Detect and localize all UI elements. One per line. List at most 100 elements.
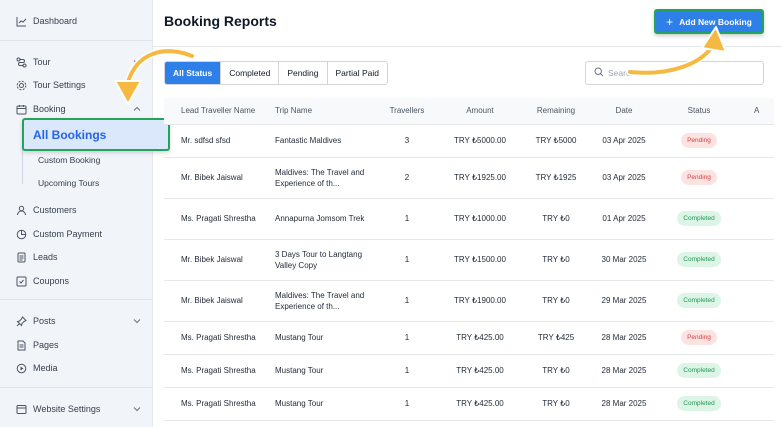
cell-amount: TRY ₺1000.00 [442,198,518,240]
table-row[interactable]: Ms. Pragati Shrestha Mustang Tour 1 TRY ₺42… [164,321,774,355]
filter-pending[interactable]: Pending [279,62,328,84]
filter-completed[interactable]: Completed [221,62,280,84]
cell-status: Pending [654,124,744,158]
cell-travellers: 1 [372,239,442,281]
pie-chart-icon [16,229,27,240]
cell-travellers: 1 [372,198,442,240]
cell-action [744,354,774,388]
sidebar-item-pages[interactable]: Pages [0,334,153,356]
cell-date: 28 Mar 2025 [594,387,654,421]
cell-date: 29 Mar 2025 [594,280,654,322]
cell-trip-name: Annapurna Jomsom Trek [267,198,372,240]
plus-icon: + [666,14,674,29]
table-row[interactable]: Ms. Pragati Shrestha Mustang Tour 1 TRY ₺42… [164,387,774,421]
header-divider [153,46,782,47]
cell-status: Completed [654,239,744,281]
column-header-date: Date [594,98,654,125]
cell-date: 03 Apr 2025 [594,124,654,158]
sidebar-item-custom-payment[interactable]: Custom Payment [0,223,153,245]
filter-partial-paid[interactable]: Partial Paid [327,62,387,84]
cell-lead-traveller: Mr. sdfsd sfsd [164,124,267,158]
sidebar-item-tour[interactable]: Tour [0,51,153,73]
sidebar-item-label: Customers [33,205,77,215]
status-badge: Completed [677,252,721,267]
sidebar-item-booking[interactable]: Booking [0,98,153,120]
sidebar: Dashboard Tour Tour Settings Booking Cus… [0,0,153,427]
sidebar-item-media[interactable]: Media [0,357,153,379]
sidebar-subitem-upcoming-tours[interactable]: Upcoming Tours [38,178,99,188]
cell-trip-name: Fantastic Maldives [267,124,372,158]
table-row[interactable]: Mr. Bibek Jaiswal Maldives: The Travel an… [164,280,774,322]
cell-remaining: TRY ₺0 [518,239,594,281]
sidebar-subitem-all-bookings[interactable]: All Bookings [22,118,170,151]
sidebar-item-label: Website Settings [33,404,101,414]
cell-action [744,280,774,322]
sidebar-item-label: Media [33,363,58,373]
cell-lead-traveller: Mr. Bibek Jaiswal [164,280,267,322]
settings-panel-icon [16,404,27,415]
add-new-booking-label: Add New Booking [679,16,752,27]
sidebar-item-label: Posts [33,316,56,326]
cell-lead-traveller: Mr. Bibek Jaiswal [164,157,267,199]
cell-trip-name: 3 Days Tour to Langtang Valley Copy [267,239,372,281]
chevron-down-icon [133,317,141,325]
cell-travellers: 1 [372,387,442,421]
sidebar-item-label: Custom Payment [33,229,103,239]
cell-trip-name: Maldives: The Travel and Experience of t… [267,280,372,322]
cell-amount: TRY ₺5000.00 [442,124,518,158]
table-row[interactable]: Ms. Pragati Shrestha Mustang Tour 1 TRY ₺42… [164,354,774,388]
add-new-booking-button[interactable]: + Add New Booking [654,9,764,34]
cell-remaining: TRY ₺0 [518,354,594,388]
sidebar-item-tour-settings[interactable]: Tour Settings [0,74,153,96]
column-header-travellers: Travellers [372,98,442,125]
sidebar-item-leads[interactable]: Leads [0,246,153,268]
sidebar-item-coupons[interactable]: Coupons [0,270,153,292]
column-header-remaining: Remaining [518,98,594,125]
status-badge: Completed [677,396,721,411]
table-row[interactable]: Mr. Bibek Jaiswal 3 Days Tour to Langtang… [164,239,774,281]
cell-trip-name: Mustang Tour [267,387,372,421]
chart-line-icon [16,16,27,27]
search-input[interactable] [608,68,758,78]
cell-remaining: TRY ₺425 [518,321,594,355]
cell-date: 28 Mar 2025 [594,321,654,355]
sidebar-item-label: Coupons [33,276,70,286]
status-badge: Pending [681,133,717,148]
cell-amount: TRY ₺425.00 [442,387,518,421]
status-filter-group: All Status Completed Pending Partial Pai… [164,61,388,85]
calendar-icon [16,104,27,115]
table-row[interactable]: Mr. Bibek Jaiswal Maldives: The Travel an… [164,157,774,199]
sidebar-divider [0,387,153,388]
table-row[interactable]: Ms. Pragati Shrestha Annapurna Jomsom Tre… [164,198,774,240]
sidebar-item-dashboard[interactable]: Dashboard [0,10,153,32]
cell-lead-traveller: Mr. Bibek Jaiswal [164,239,267,281]
filter-all-status[interactable]: All Status [165,62,222,84]
user-icon [16,205,27,216]
column-header-amount: Amount [442,98,518,125]
route-icon [16,57,27,68]
cell-status: Completed [654,354,744,388]
status-badge: Pending [681,170,717,185]
cell-trip-name: Mustang Tour [267,321,372,355]
sidebar-item-label: Dashboard [33,16,78,26]
sidebar-item-label: Booking [33,104,66,114]
cell-action [744,387,774,421]
sidebar-item-website-settings[interactable]: Website Settings [0,398,153,420]
chevron-down-icon [133,405,141,413]
cell-status: Pending [654,157,744,199]
sidebar-subitem-custom-booking[interactable]: Custom Booking [38,155,100,165]
status-badge: Pending [681,330,717,345]
cell-travellers: 1 [372,354,442,388]
sidebar-item-posts[interactable]: Posts [0,310,153,332]
cell-status: Completed [654,198,744,240]
sidebar-item-customers[interactable]: Customers [0,199,153,221]
search-icon [594,64,604,82]
sidebar-divider [0,40,153,41]
sidebar-item-label: Tour [33,57,51,67]
chevron-down-icon [133,58,141,66]
cell-amount: TRY ₺1500.00 [442,239,518,281]
pin-icon [16,315,27,327]
table-row[interactable]: Mr. sdfsd sfsd Fantastic Maldives 3 TRY ₺50… [164,124,774,158]
cell-remaining: TRY ₺1925 [518,157,594,199]
column-header-status: Status [654,98,744,125]
